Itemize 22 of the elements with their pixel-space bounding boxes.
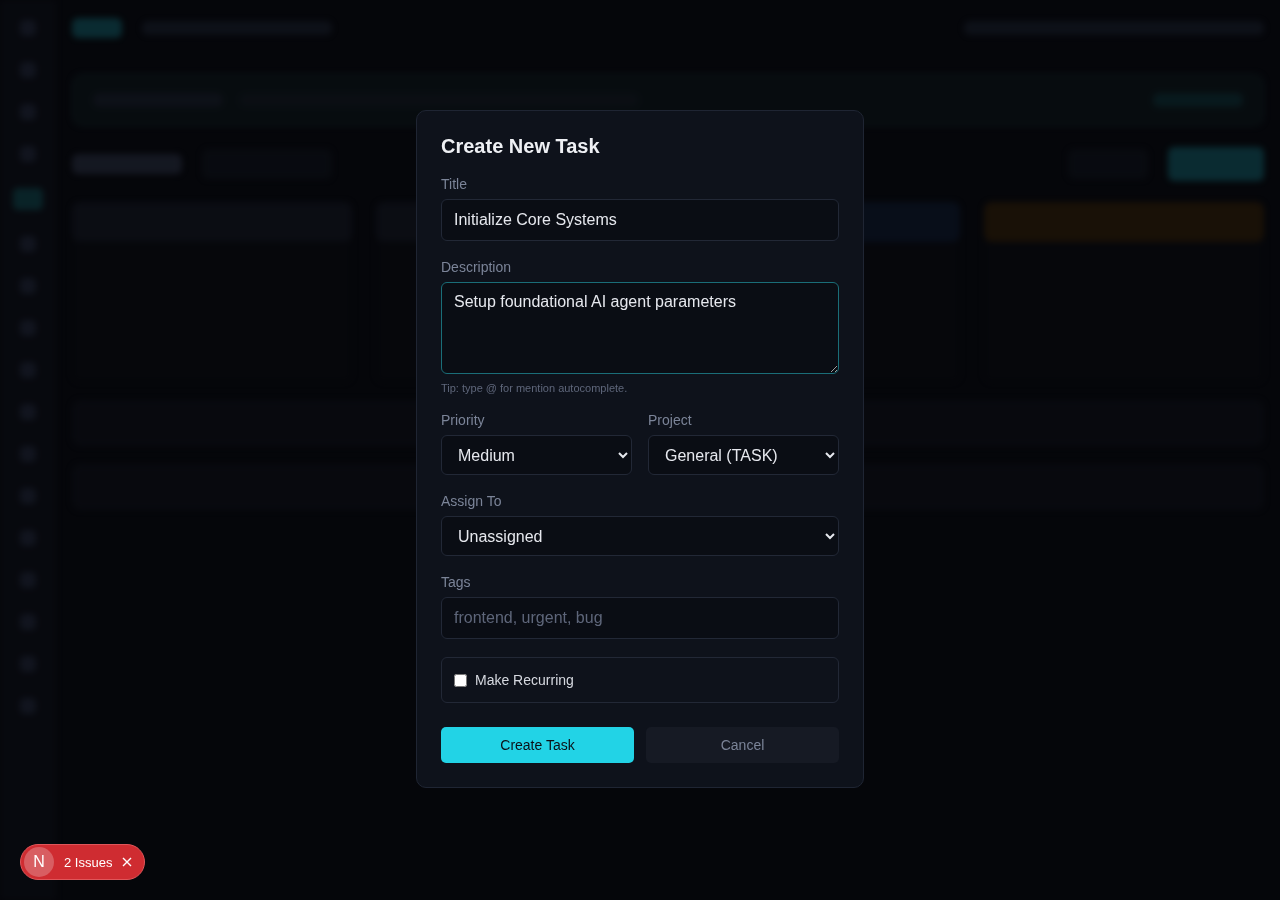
- cancel-button[interactable]: Cancel: [646, 727, 839, 763]
- field-label: Priority: [441, 412, 486, 428]
- description-field[interactable]: Setup foundational AI agent parameters: [441, 282, 839, 374]
- field-label: Assign To: [441, 493, 503, 509]
- dropdown[interactable]: Medium: [441, 435, 632, 475]
- issues-badge[interactable]: N 2 Issues: [20, 844, 146, 880]
- dialog-title: Create New Task: [441, 135, 601, 158]
- field-label: Title: [441, 176, 468, 192]
- text-field[interactable]: frontend, urgent, bug: [441, 597, 839, 639]
- text-field[interactable]: Initialize Core Systems: [441, 199, 839, 241]
- field-label: Description: [441, 259, 513, 275]
- checkbox-label: Make Recurring: [475, 672, 574, 688]
- logo-badge: N: [24, 847, 54, 877]
- hint-text: Tip: type @ for mention autocomplete.: [441, 382, 628, 394]
- field-label: Project: [648, 412, 693, 428]
- create-task-button[interactable]: Create Task: [441, 727, 634, 763]
- issues-label: 2 Issues: [64, 854, 113, 870]
- dropdown[interactable]: General (TASK): [648, 435, 839, 475]
- close-icon[interactable]: [122, 857, 133, 867]
- checkbox[interactable]: [454, 673, 467, 687]
- field-label: Tags: [441, 574, 472, 590]
- dropdown[interactable]: Unassigned: [441, 516, 839, 556]
